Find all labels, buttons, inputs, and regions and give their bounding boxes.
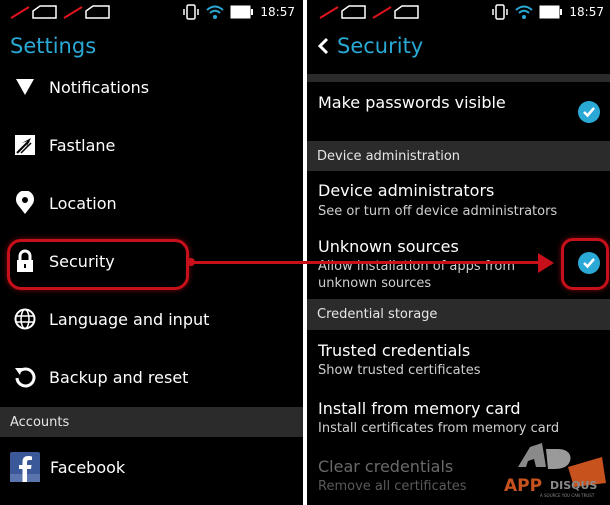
setting-make-passwords-visible[interactable]: Make passwords visible — [307, 82, 610, 140]
highlight-box-unknown-sources-checkbox — [561, 238, 609, 290]
status-right: 18:57 — [491, 3, 604, 21]
clock: 18:57 — [260, 5, 295, 19]
sim1-no-signal-icon — [319, 5, 366, 19]
highlight-box-security — [7, 239, 189, 290]
menu-item-fastlane[interactable]: Fastlane — [0, 116, 303, 174]
setting-subtitle: Remove all certificates — [318, 479, 467, 494]
notifications-triangle-icon — [11, 73, 39, 101]
annotation-arrow-line — [190, 261, 542, 264]
globe-icon — [11, 305, 39, 333]
wifi-icon — [206, 5, 225, 19]
vibrate-icon — [183, 4, 200, 20]
annotation-arrow-dot — [187, 258, 195, 266]
vibrate-icon — [492, 4, 509, 20]
setting-device-administrators[interactable]: Device administrators See or turn off de… — [307, 172, 610, 228]
setting-subtitle: Install certificates from memory card — [318, 421, 560, 436]
menu-item-language-and-input[interactable]: Language and input — [0, 290, 303, 348]
watermark-disqus-text: DISQUS — [550, 479, 597, 492]
menu-item-facebook[interactable]: Facebook — [0, 438, 303, 496]
setting-title: Install from memory card — [318, 399, 521, 418]
location-pin-icon — [11, 189, 39, 217]
battery-icon — [539, 5, 563, 19]
setting-subtitle: unknown sources — [318, 276, 432, 291]
fastlane-arrow-icon — [11, 131, 39, 159]
wifi-icon — [515, 5, 534, 19]
appdisqus-watermark-logo: APP DISQUS A SOURCE YOU CAN TRUST — [504, 443, 606, 498]
setting-title: Trusted credentials — [318, 341, 471, 360]
menu-item-notifications[interactable]: Notifications — [0, 58, 303, 116]
battery-icon — [230, 5, 254, 19]
section-header-accounts: Accounts — [0, 407, 303, 437]
status-bar: 18:57 — [0, 0, 303, 24]
watermark-app-text: APP — [504, 476, 542, 496]
annotation-arrowhead — [538, 253, 554, 273]
menu-item-backup-and-reset[interactable]: Backup and reset — [0, 348, 303, 406]
menu-item-label: Facebook — [50, 457, 126, 477]
section-header-device-administration: Device administration — [307, 141, 610, 171]
menu-item-label: Fastlane — [49, 135, 116, 155]
chevron-left-icon[interactable] — [317, 37, 329, 55]
status-right: 18:57 — [182, 3, 295, 21]
checkbox-checked-icon[interactable] — [578, 101, 600, 123]
menu-item-label: Notifications — [49, 77, 150, 97]
menu-item-label: Location — [49, 193, 117, 213]
setting-install-from-memory-card[interactable]: Install from memory card Install certifi… — [307, 389, 610, 447]
setting-subtitle: See or turn off device administrators — [318, 204, 558, 219]
setting-title: Unknown sources — [318, 237, 459, 256]
header: Security — [317, 34, 423, 58]
restore-icon — [11, 363, 39, 391]
sim2-no-signal-icon — [63, 5, 110, 19]
page-title: Security — [337, 34, 424, 58]
watermark-tagline: A SOURCE YOU CAN TRUST — [540, 493, 595, 498]
setting-title: Clear credentials — [318, 457, 454, 476]
menu-item-label: Language and input — [49, 309, 210, 329]
setting-title: Device administrators — [318, 181, 495, 200]
menu-item-label: Backup and reset — [49, 367, 189, 387]
sim1-no-signal-icon — [10, 5, 57, 19]
section-header-credential-storage: Credential storage — [307, 299, 610, 330]
menu-item-location[interactable]: Location — [0, 174, 303, 232]
setting-title: Make passwords visible — [318, 93, 506, 112]
facebook-icon — [10, 452, 40, 482]
sim2-no-signal-icon — [372, 5, 419, 19]
status-bar: 18:57 — [307, 0, 610, 24]
setting-subtitle: Show trusted certificates — [318, 363, 481, 378]
clock: 18:57 — [569, 5, 604, 19]
setting-trusted-credentials[interactable]: Trusted credentials Show trusted certifi… — [307, 331, 610, 389]
section-header-partial — [307, 74, 610, 82]
page-title: Settings — [10, 34, 97, 58]
